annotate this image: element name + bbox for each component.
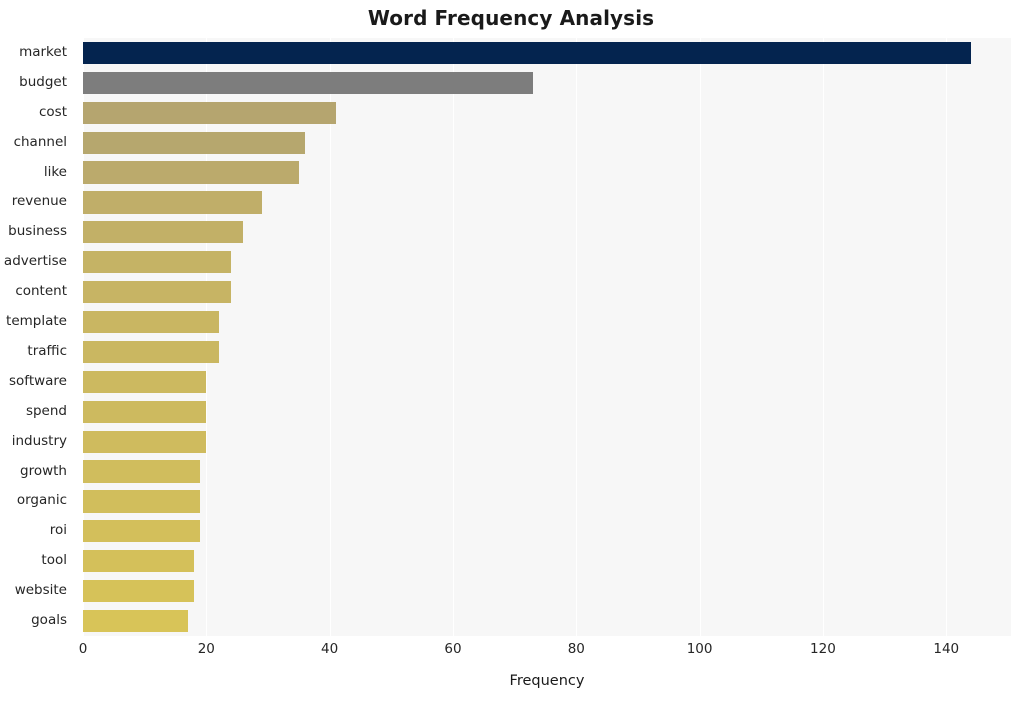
bar-row <box>83 41 1011 64</box>
bar-market <box>83 41 971 64</box>
y-tick-label-budget: budget <box>19 73 67 90</box>
bar-row <box>83 520 1011 543</box>
y-tick-label-advertise: advertise <box>3 253 67 270</box>
bar-budget <box>83 71 534 94</box>
y-tick-label-business: business <box>8 223 67 240</box>
bar-row <box>83 490 1011 513</box>
bar-organic <box>83 490 201 513</box>
bar-row <box>83 580 1011 603</box>
y-tick-label-goals: goals <box>31 612 67 629</box>
gridline-vertical <box>452 38 454 636</box>
bar-website <box>83 580 194 603</box>
x-tick-label-60: 60 <box>444 641 462 657</box>
bar-template <box>83 310 219 334</box>
gridline-vertical <box>822 38 824 636</box>
y-tick-label-tool: tool <box>41 552 67 569</box>
bar-row <box>83 191 1011 214</box>
plot-area <box>83 38 1011 636</box>
gridline-vertical <box>329 38 331 636</box>
bar-content <box>83 281 231 304</box>
bar-spend <box>83 400 207 423</box>
y-tick-label-website: website <box>14 582 67 599</box>
y-tick-label-template: template <box>6 313 67 330</box>
y-tick-label-growth: growth <box>20 462 67 479</box>
x-axis-label: Frequency <box>509 673 585 689</box>
y-tick-label-industry: industry <box>11 432 67 449</box>
bar-software <box>83 370 207 393</box>
y-tick-label-software: software <box>9 372 67 389</box>
y-tick-label-market: market <box>19 43 67 60</box>
x-axis-tick-labels: 0 20 40 60 80 100 120 140 <box>79 641 1011 663</box>
bar-row <box>83 221 1011 244</box>
gridline-vertical <box>83 38 84 636</box>
x-tick-label-120: 120 <box>810 641 836 657</box>
bar-row <box>83 460 1011 483</box>
bar-business <box>83 221 244 244</box>
bar-row <box>83 71 1011 94</box>
bar-industry <box>83 430 207 453</box>
y-tick-label-content: content <box>15 283 67 300</box>
x-tick-label-80: 80 <box>567 641 585 657</box>
y-axis-tick-labels: market budget cost channel like revenue busine… <box>0 38 75 636</box>
gridline-vertical <box>206 38 208 636</box>
bar-cost <box>83 101 336 124</box>
x-tick-label-20: 20 <box>197 641 215 657</box>
y-tick-label-channel: channel <box>13 133 67 150</box>
bar-growth <box>83 460 201 483</box>
bar-row <box>83 161 1011 184</box>
bar-row <box>83 131 1011 154</box>
gridline-vertical <box>576 38 578 636</box>
x-tick-label-0: 0 <box>78 641 88 657</box>
chart-title: Word Frequency Analysis <box>367 6 655 30</box>
x-tick-label-40: 40 <box>321 641 339 657</box>
bar-traffic <box>83 340 219 363</box>
x-tick-label-140: 140 <box>933 641 960 657</box>
y-tick-label-traffic: traffic <box>27 342 67 359</box>
bar-row <box>83 370 1011 393</box>
bar-like <box>83 161 299 184</box>
y-tick-label-spend: spend <box>25 402 67 419</box>
y-tick-label-roi: roi <box>49 522 67 539</box>
chart-figure: Word Frequency Analysis market budget cost… <box>0 0 1022 701</box>
x-tick-label-100: 100 <box>686 641 713 657</box>
bar-channel <box>83 131 305 154</box>
bar-row <box>83 400 1011 423</box>
y-tick-label-revenue: revenue <box>11 193 67 210</box>
bar-row <box>83 101 1011 124</box>
bar-row <box>83 251 1011 274</box>
y-tick-label-organic: organic <box>16 492 67 509</box>
bar-revenue <box>83 191 262 214</box>
bar-row <box>83 340 1011 363</box>
bar-goals <box>83 609 188 633</box>
bar-advertise <box>83 251 231 274</box>
bar-row <box>83 609 1011 633</box>
gridline-vertical <box>946 38 948 636</box>
bar-row <box>83 310 1011 334</box>
y-tick-label-like: like <box>43 163 67 180</box>
bar-roi <box>83 520 201 543</box>
bar-row <box>83 550 1011 573</box>
bar-row <box>83 281 1011 304</box>
gridline-vertical <box>699 38 701 636</box>
bar-row <box>83 430 1011 453</box>
y-tick-label-cost: cost <box>38 103 67 120</box>
bar-tool <box>83 550 194 573</box>
